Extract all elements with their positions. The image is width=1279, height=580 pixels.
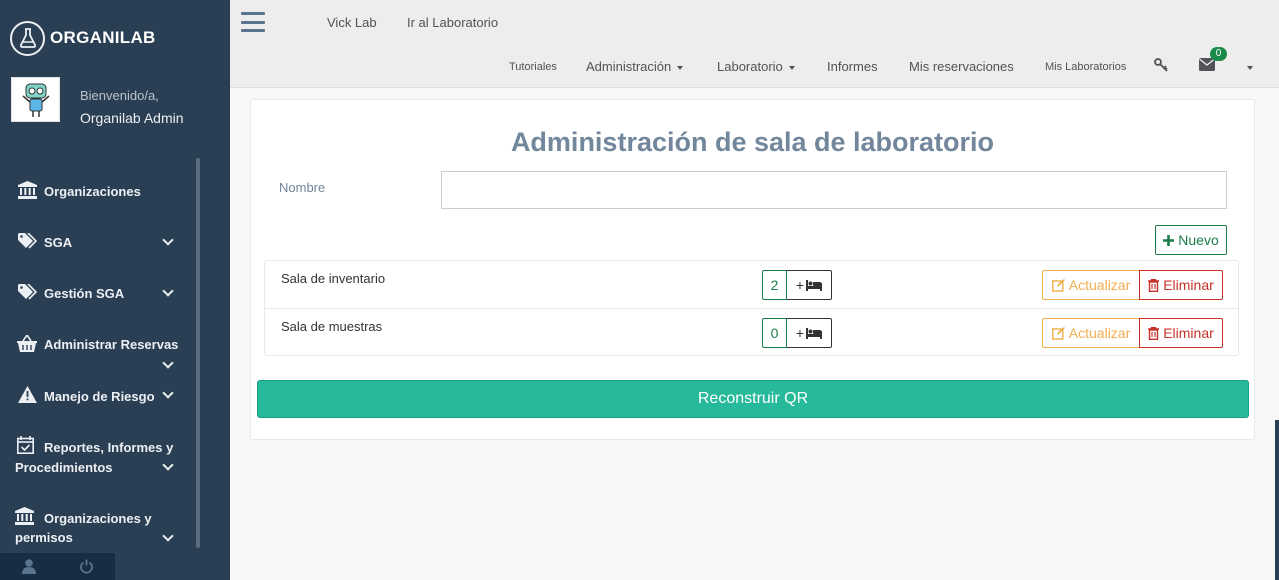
room-list: Sala de inventario 2 + Actualizar Elimin…	[264, 260, 1239, 356]
nav-my-reservations[interactable]: Mis reservaciones	[909, 59, 1014, 74]
update-button[interactable]: Actualizar	[1042, 270, 1140, 300]
user-dropdown-caret[interactable]	[1241, 59, 1253, 74]
rebuild-qr-button[interactable]: Reconstruir QR	[257, 380, 1249, 418]
edit-icon	[1051, 326, 1065, 340]
bed-icon	[806, 327, 823, 339]
nav-administration-label: Administración	[586, 59, 672, 74]
envelope-icon[interactable]	[1199, 58, 1215, 74]
sidebar: ORGANILAB Bienvenido/a, Organilab Admin …	[0, 0, 230, 580]
sidebar-item-label: Organizaciones	[44, 184, 141, 199]
messages-badge: 0	[1210, 47, 1227, 61]
right-edge-strip	[1275, 420, 1279, 580]
chevron-down-icon	[162, 357, 174, 369]
key-icon[interactable]	[1154, 58, 1168, 75]
sidebar-item-label: Reportes, Informes y	[44, 440, 174, 455]
sidebar-item-label: Administrar Reservas	[44, 337, 179, 352]
room-count-group: 2 +	[762, 270, 832, 300]
name-label: Nombre	[279, 180, 326, 195]
sidebar-item-manejo-riesgo[interactable]: Manejo de Riesgo	[0, 384, 196, 406]
main-panel: Administración de sala de laboratorio No…	[250, 99, 1255, 440]
sidebar-scrollbar[interactable]	[196, 158, 200, 548]
caret-down-icon	[677, 65, 684, 70]
chevron-down-icon	[162, 285, 174, 297]
update-button-label: Actualizar	[1068, 325, 1131, 341]
nav-my-labs[interactable]: Mis Laboratorios	[1045, 61, 1126, 73]
brand-name: ORGANILAB	[50, 28, 156, 47]
sidebar-item-organizaciones[interactable]: Organizaciones	[0, 180, 196, 202]
sidebar-item-label: Gestión SGA	[44, 286, 125, 301]
sidebar-item-label-line2: permisos	[15, 530, 73, 545]
nav-tutorials[interactable]: Tutoriales	[509, 61, 557, 73]
lab-name-link[interactable]: Vick Lab	[327, 15, 377, 30]
chevron-down-icon	[162, 234, 174, 246]
delete-button[interactable]: Eliminar	[1139, 318, 1223, 348]
nav-administration[interactable]: Administración	[586, 59, 684, 74]
sidebar-item-label-line2: Procedimientos	[15, 460, 113, 475]
nav-laboratory[interactable]: Laboratorio	[717, 59, 795, 74]
username: Organilab Admin	[80, 110, 184, 126]
caret-down-icon	[788, 65, 795, 70]
flask-icon	[10, 20, 45, 56]
sidebar-item-label: SGA	[44, 235, 73, 250]
calendar-check-icon	[15, 435, 35, 455]
list-item: Sala de inventario 2 + Actualizar Elimin…	[265, 261, 1238, 309]
new-button-label: Nuevo	[1178, 232, 1219, 248]
sidebar-item-administrar-reservas[interactable]: Administrar Reservas	[0, 333, 196, 371]
plus-icon	[1163, 234, 1175, 246]
avatar	[11, 77, 60, 122]
sidebar-item-reportes[interactable]: Reportes, Informes y Procedimientos	[0, 435, 196, 477]
power-icon[interactable]	[76, 557, 96, 577]
brand[interactable]: ORGANILAB	[10, 20, 156, 56]
caret-down-icon	[1247, 65, 1253, 70]
new-button[interactable]: Nuevo	[1155, 225, 1227, 255]
tags-icon	[17, 282, 37, 302]
list-item: Sala de muestras 0 + Actualizar Eliminar	[265, 309, 1238, 357]
delete-button-label: Eliminar	[1163, 277, 1214, 293]
room-count: 0	[762, 318, 787, 348]
trash-icon	[1148, 278, 1160, 292]
sidebar-item-organizaciones-permisos[interactable]: Organizaciones y permisos	[0, 506, 196, 548]
tags-icon	[17, 231, 37, 251]
room-name: Sala de muestras	[281, 319, 383, 334]
profile: Bienvenido/a, Organilab Admin	[11, 77, 184, 126]
menu-toggle-icon[interactable]	[241, 12, 265, 32]
sidebar-item-gestion-sga[interactable]: Gestión SGA	[0, 282, 196, 304]
add-bed-label: +	[795, 277, 805, 293]
trash-icon	[1148, 326, 1160, 340]
sidebar-footer	[0, 553, 115, 580]
edit-icon	[1051, 278, 1065, 292]
sidebar-item-label: Manejo de Riesgo	[44, 389, 155, 404]
basket-icon	[17, 333, 37, 353]
nav-laboratory-label: Laboratorio	[717, 59, 783, 74]
add-bed-label: +	[795, 325, 805, 341]
go-to-lab-link[interactable]: Ir al Laboratorio	[407, 15, 498, 30]
add-bed-button[interactable]: +	[787, 318, 832, 348]
bank-icon	[14, 506, 34, 526]
room-count: 2	[762, 270, 787, 300]
chevron-down-icon	[162, 530, 174, 542]
update-button[interactable]: Actualizar	[1042, 318, 1140, 348]
update-button-label: Actualizar	[1068, 277, 1131, 293]
page-title: Administración de sala de laboratorio	[510, 127, 995, 157]
chevron-down-icon	[162, 459, 174, 471]
chevron-down-icon	[162, 387, 174, 399]
room-name: Sala de inventario	[281, 271, 386, 286]
bed-icon	[806, 279, 823, 291]
delete-button-label: Eliminar	[1163, 325, 1214, 341]
name-input[interactable]	[441, 171, 1227, 209]
bank-icon	[17, 180, 37, 200]
welcome-text: Bienvenido/a,	[80, 88, 159, 103]
sidebar-item-sga[interactable]: SGA	[0, 231, 196, 253]
top-navbar: Vick Lab Ir al Laboratorio Tutoriales Ad…	[230, 0, 1279, 88]
delete-button[interactable]: Eliminar	[1139, 270, 1223, 300]
warning-icon	[17, 384, 37, 404]
user-icon[interactable]	[19, 557, 39, 577]
room-count-group: 0 +	[762, 318, 832, 348]
add-bed-button[interactable]: +	[787, 270, 832, 300]
nav-reports[interactable]: Informes	[827, 59, 878, 74]
sidebar-item-label: Organizaciones y	[44, 511, 152, 526]
